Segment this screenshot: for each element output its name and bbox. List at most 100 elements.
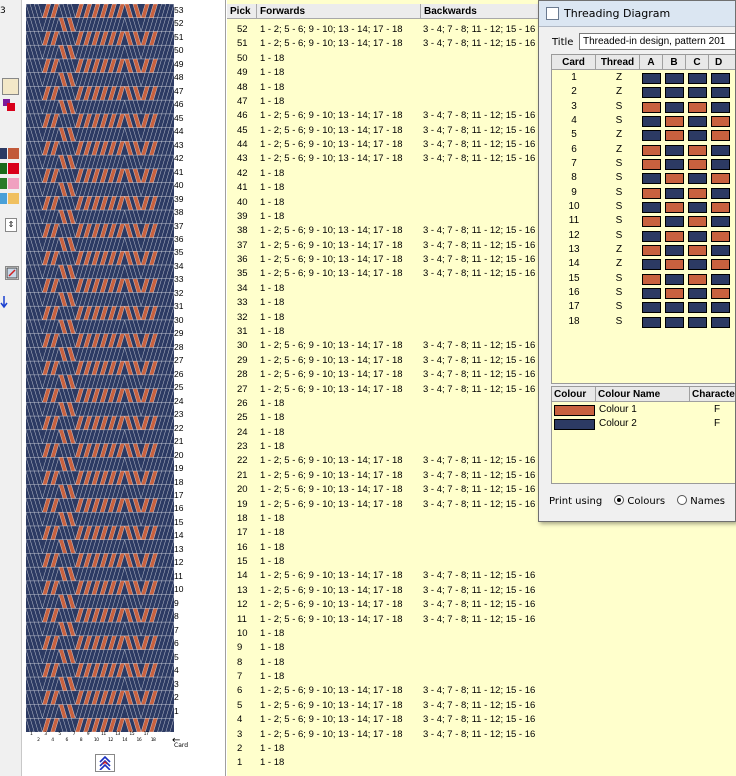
palette-swatch[interactable]: [0, 163, 7, 174]
radio-colours[interactable]: [614, 495, 625, 505]
threading-row[interactable]: 3S: [552, 100, 735, 114]
hole-colour-cell[interactable]: [642, 244, 661, 256]
threading-row[interactable]: 11 S: [552, 214, 735, 228]
pick-row[interactable]: 11 1 - 2; 5 - 6; 9 - 10; 13 - 14; 17 - 18…: [227, 613, 736, 627]
hole-colour-cell[interactable]: [711, 273, 730, 285]
thread-direction[interactable]: S: [598, 286, 640, 300]
hole-colour-cell[interactable]: [688, 87, 707, 99]
hole-colour-cell[interactable]: [665, 187, 684, 199]
pick-row[interactable]: 10 1 - 18: [227, 627, 736, 641]
colour-row[interactable]: Colour 2 F: [552, 417, 735, 431]
threading-row[interactable]: 2Z: [552, 85, 735, 99]
weave-direction-button[interactable]: [95, 754, 115, 772]
hole-colour-cell[interactable]: [642, 158, 661, 170]
threading-row[interactable]: 6Z: [552, 143, 735, 157]
hole-colour-cell[interactable]: [688, 273, 707, 285]
hole-colour-cell[interactable]: [688, 173, 707, 185]
hole-colour-cell[interactable]: [711, 115, 730, 127]
threading-row[interactable]: 18 S: [552, 315, 735, 329]
pick-row[interactable]: 3 1 - 2; 5 - 6; 9 - 10; 13 - 14; 17 - 18 3…: [227, 728, 736, 742]
hole-colour-cell[interactable]: [665, 115, 684, 127]
pick-row[interactable]: 7 1 - 18: [227, 670, 736, 684]
pick-row[interactable]: 2 1 - 18: [227, 742, 736, 756]
hole-colour-cell[interactable]: [642, 187, 661, 199]
hole-colour-cell[interactable]: [688, 287, 707, 299]
thread-direction[interactable]: Z: [598, 128, 640, 142]
hole-colour-cell[interactable]: [711, 201, 730, 213]
threading-row[interactable]: 15 S: [552, 272, 735, 286]
palette-swatch[interactable]: [0, 178, 7, 189]
hole-colour-cell[interactable]: [711, 87, 730, 99]
col-header-forwards[interactable]: Forwards: [257, 4, 421, 19]
hole-colour-cell[interactable]: [642, 230, 661, 242]
hole-colour-cell[interactable]: [665, 101, 684, 113]
hole-colour-cell[interactable]: [642, 201, 661, 213]
arrow-down-icon[interactable]: [0, 295, 8, 309]
threading-row[interactable]: 10 S: [552, 200, 735, 214]
pick-row[interactable]: 5 1 - 2; 5 - 6; 9 - 10; 13 - 14; 17 - 18 3…: [227, 699, 736, 713]
hole-colour-cell[interactable]: [688, 115, 707, 127]
thread-direction[interactable]: S: [598, 272, 640, 286]
spin-icon[interactable]: ⇕: [5, 218, 17, 232]
hole-colour-cell[interactable]: [688, 244, 707, 256]
export-icon[interactable]: [5, 266, 19, 280]
colour-row[interactable]: Colour 1 F: [552, 403, 735, 417]
pick-row[interactable]: 16 1 - 18: [227, 541, 736, 555]
hole-colour-cell[interactable]: [642, 101, 661, 113]
thread-direction[interactable]: Z: [598, 71, 640, 85]
thread-direction[interactable]: S: [598, 186, 640, 200]
hole-colour-cell[interactable]: [665, 130, 684, 142]
threading-row[interactable]: 9S: [552, 186, 735, 200]
hole-colour-cell[interactable]: [665, 259, 684, 271]
hole-colour-cell[interactable]: [711, 73, 730, 84]
hole-colour-cell[interactable]: [665, 173, 684, 185]
hole-colour-cell[interactable]: [665, 216, 684, 228]
hole-colour-cell[interactable]: [711, 101, 730, 113]
thread-direction[interactable]: S: [598, 300, 640, 314]
hole-colour-cell[interactable]: [688, 130, 707, 142]
hole-colour-cell[interactable]: [711, 316, 730, 328]
threading-row[interactable]: 14 Z: [552, 257, 735, 271]
hole-colour-cell[interactable]: [665, 158, 684, 170]
radio-names-label[interactable]: Names: [690, 496, 725, 507]
dialog-titlebar[interactable]: Threading Diagram: [539, 1, 735, 27]
pick-row[interactable]: 14 1 - 2; 5 - 6; 9 - 10; 13 - 14; 17 - 18…: [227, 569, 736, 583]
threading-row[interactable]: 5Z: [552, 128, 735, 142]
hole-colour-cell[interactable]: [711, 230, 730, 242]
pick-row[interactable]: 17 1 - 18: [227, 526, 736, 540]
palette-swatch[interactable]: [0, 193, 7, 204]
colour-swatch[interactable]: [554, 419, 595, 430]
threading-row[interactable]: 4S: [552, 114, 735, 128]
hole-colour-cell[interactable]: [711, 287, 730, 299]
hole-colour-cell[interactable]: [688, 187, 707, 199]
hole-colour-cell[interactable]: [665, 287, 684, 299]
pick-row[interactable]: 12 1 - 2; 5 - 6; 9 - 10; 13 - 14; 17 - 18…: [227, 598, 736, 612]
hole-colour-cell[interactable]: [711, 158, 730, 170]
threading-row[interactable]: 1Z: [552, 71, 735, 85]
hole-colour-cell[interactable]: [665, 273, 684, 285]
hole-colour-cell[interactable]: [665, 244, 684, 256]
hole-colour-cell[interactable]: [688, 230, 707, 242]
hole-colour-cell[interactable]: [711, 187, 730, 199]
hole-colour-cell[interactable]: [688, 216, 707, 228]
hole-colour-cell[interactable]: [642, 73, 661, 84]
hole-colour-cell[interactable]: [688, 158, 707, 170]
thread-direction[interactable]: S: [598, 114, 640, 128]
pick-row[interactable]: 9 1 - 18: [227, 641, 736, 655]
thread-direction[interactable]: S: [598, 200, 640, 214]
colour-swatch[interactable]: [554, 405, 595, 416]
pick-row[interactable]: 8 1 - 18: [227, 656, 736, 670]
hole-colour-cell[interactable]: [642, 173, 661, 185]
hole-colour-cell[interactable]: [688, 201, 707, 213]
hole-colour-cell[interactable]: [665, 201, 684, 213]
current-colour-box[interactable]: [2, 78, 19, 95]
pick-row[interactable]: 15 1 - 18: [227, 555, 736, 569]
threading-row[interactable]: 17 S: [552, 300, 735, 314]
hole-colour-cell[interactable]: [711, 302, 730, 314]
hole-colour-cell[interactable]: [711, 244, 730, 256]
hole-colour-cell[interactable]: [642, 87, 661, 99]
hole-colour-cell[interactable]: [665, 73, 684, 84]
thread-direction[interactable]: Z: [598, 257, 640, 271]
thread-direction[interactable]: Z: [598, 85, 640, 99]
hole-colour-cell[interactable]: [711, 144, 730, 156]
